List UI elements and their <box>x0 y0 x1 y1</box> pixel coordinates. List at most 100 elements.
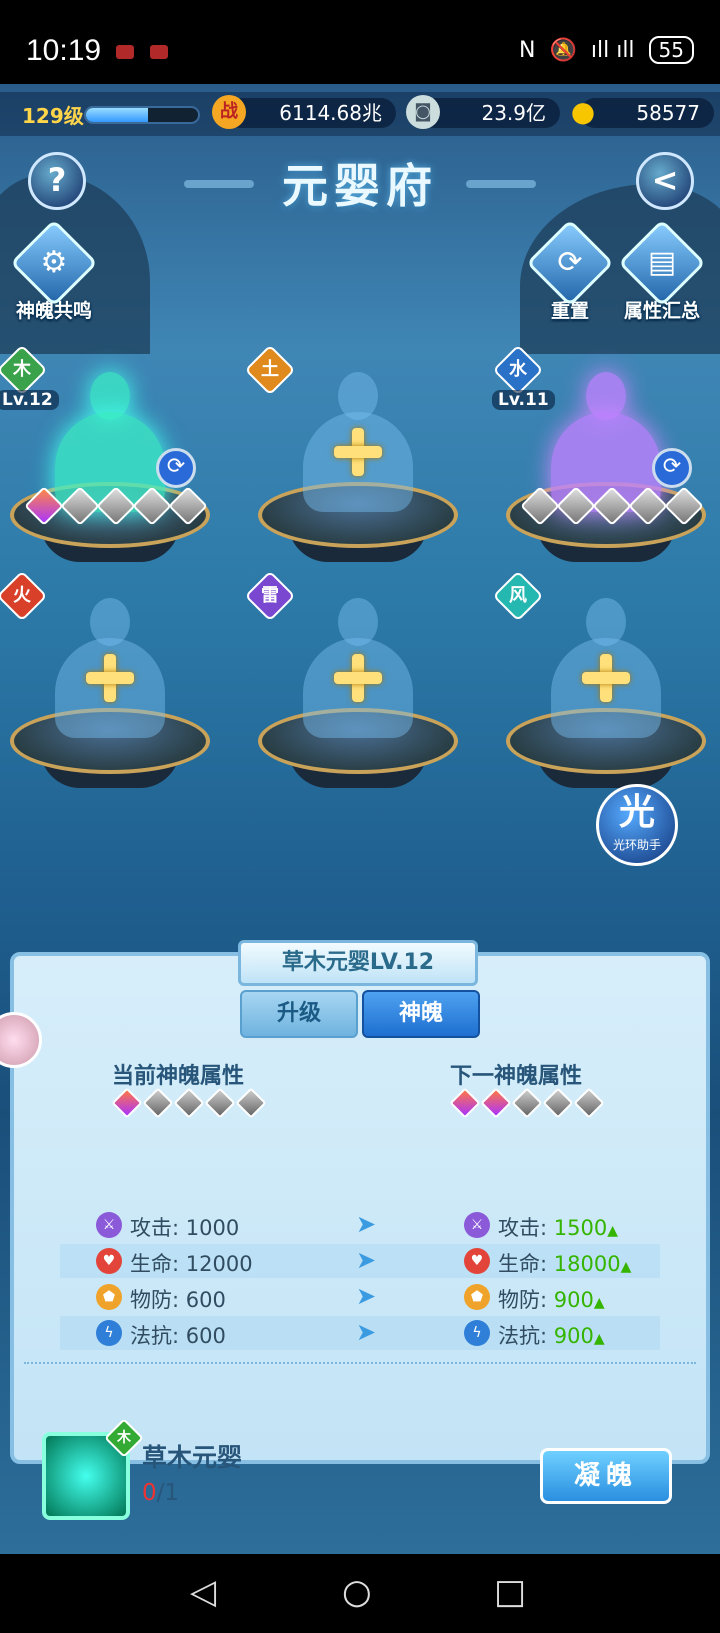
shield-icon: ⬟ <box>464 1284 490 1310</box>
lightning-icon: ϟ <box>96 1320 122 1346</box>
attribute-summary-button[interactable]: ▤ 属性汇总 <box>612 219 712 323</box>
gold-value: 58577 <box>636 101 700 125</box>
silver-gem-icon <box>168 486 208 526</box>
next-attack: 1500 <box>553 1216 608 1240</box>
title-decoration <box>184 180 254 188</box>
power-value: 6114.68兆 <box>279 101 382 125</box>
navigation-bar: ◁ ○ □ <box>0 1554 720 1633</box>
item-name: 草木元婴 <box>142 1443 243 1472</box>
resonance-button[interactable]: ⚙ 神魄共鸣 <box>4 219 104 323</box>
halo-assistant-button[interactable]: 光 光环助手 <box>596 784 678 866</box>
current-magic-res: 600 <box>185 1324 226 1348</box>
silver-coin-icon: ◙ <box>406 95 440 129</box>
fire-gem-icon <box>449 1087 481 1119</box>
silver-gem-icon <box>556 486 596 526</box>
tab-spirit[interactable]: 神魄 <box>362 990 480 1038</box>
mute-icon: 🔕 <box>549 37 577 63</box>
help-button[interactable]: ? <box>28 152 86 210</box>
silver-gem-icon <box>142 1087 174 1119</box>
arrow-icon: ➤ <box>356 1318 377 1346</box>
home-nav-icon[interactable]: ○ <box>342 1572 372 1612</box>
back-button[interactable]: < <box>636 152 694 210</box>
reset-button[interactable]: ⟳ 重置 <box>520 219 620 323</box>
add-icon[interactable] <box>582 654 630 702</box>
nascent-soul-slot-water[interactable]: 水 Lv.11 ⟳ <box>492 344 716 572</box>
next-phys-def: 900 <box>553 1288 594 1312</box>
current-attributes-header: 当前神魄属性 <box>112 1064 245 1089</box>
notification-icon <box>116 45 134 59</box>
silver-gem-icon <box>664 486 704 526</box>
current-spirit-gems <box>111 1087 267 1119</box>
resource-bar: 129级 战 6114.68兆 ◙ 23.9亿 ● 58577 <box>0 92 720 136</box>
silver-resource: ◙ 23.9亿 <box>406 95 560 129</box>
nascent-soul-slot-fire[interactable]: 火 <box>0 570 220 798</box>
up-arrow-icon: ▲ <box>593 1331 605 1347</box>
silver-gem-icon <box>60 486 100 526</box>
shield-icon: ⬟ <box>96 1284 122 1310</box>
power-icon: 战 <box>212 95 246 129</box>
current-phys-def: 600 <box>185 1288 226 1312</box>
item-count: 0/1 <box>142 1480 179 1506</box>
up-arrow-icon: ▲ <box>593 1295 605 1311</box>
battery-icon: 55 <box>648 36 694 64</box>
swap-icon[interactable]: ⟳ <box>652 448 692 488</box>
panel-title: 草木元婴LV.12 <box>238 940 478 986</box>
stat-row-magic-res: ϟ 法抗: 600 ➤ ϟ 法抗: 900▲ <box>60 1316 660 1350</box>
next-hp: 18000 <box>553 1252 621 1276</box>
element-badge: 木 <box>0 344 48 396</box>
status-icons: N 🔕 ıll ıll 55 <box>519 36 694 64</box>
signal-icon: ıll ıll <box>590 37 635 63</box>
fire-gem-icon <box>24 486 64 526</box>
page-title: 元婴府 <box>184 150 536 220</box>
silver-gem-icon <box>628 486 668 526</box>
stat-row-attack: ⚔ 攻击: 1000 ➤ ⚔ 攻击: 1500▲ <box>60 1208 660 1242</box>
silver-gem-icon <box>235 1087 267 1119</box>
silver-value: 23.9亿 <box>481 101 546 125</box>
nfc-icon: N <box>519 37 536 63</box>
next-spirit-gems <box>449 1087 605 1119</box>
add-icon[interactable] <box>334 428 382 476</box>
add-icon[interactable] <box>334 654 382 702</box>
stat-row-hp: ♥ 生命: 12000 ➤ ♥ 生命: 18000▲ <box>60 1244 660 1278</box>
nascent-soul-slot-thunder[interactable]: 雷 <box>244 570 468 798</box>
up-arrow-icon: ▲ <box>620 1259 632 1275</box>
soul-level: Lv.11 <box>492 390 555 410</box>
heart-icon: ♥ <box>96 1248 122 1274</box>
back-nav-icon[interactable]: ◁ <box>190 1572 216 1612</box>
arrow-icon: ➤ <box>356 1246 377 1274</box>
condense-button[interactable]: 凝魄 <box>540 1448 672 1504</box>
assistant-label: 光环助手 <box>612 838 661 852</box>
recents-nav-icon[interactable]: □ <box>494 1572 526 1612</box>
book-icon: ▤ <box>618 219 706 307</box>
nascent-soul-slot-earth[interactable]: 土 <box>244 344 468 572</box>
spirit-gems <box>520 486 704 526</box>
nascent-soul-slot-wind[interactable]: 风 <box>492 570 716 798</box>
silver-gem-icon <box>520 486 560 526</box>
tab-upgrade[interactable]: 升级 <box>240 990 358 1038</box>
element-badge: 雷 <box>244 570 296 622</box>
assistant-icon: 光 <box>618 792 655 833</box>
next-magic-res: 900 <box>553 1324 594 1348</box>
nascent-soul-slot-wood[interactable]: 木 Lv.12 ⟳ <box>0 344 220 572</box>
up-arrow-icon: ▲ <box>607 1223 618 1239</box>
item-owned: 0 <box>142 1480 157 1506</box>
next-attributes-header: 下一神魄属性 <box>450 1064 583 1089</box>
arrow-icon: ➤ <box>356 1210 377 1238</box>
element-badge: 土 <box>244 344 296 396</box>
silver-gem-icon <box>573 1087 605 1119</box>
spirit-gems <box>24 486 208 526</box>
element-badge: 风 <box>492 570 544 622</box>
xp-bar <box>84 106 200 124</box>
stat-row-phys-def: ⬟ 物防: 600 ➤ ⬟ 物防: 900▲ <box>60 1280 660 1314</box>
add-icon[interactable] <box>86 654 134 702</box>
swap-icon[interactable]: ⟳ <box>156 448 196 488</box>
power-resource: 战 6114.68兆 <box>212 95 396 129</box>
silver-gem-icon <box>96 486 136 526</box>
fire-gem-icon <box>111 1087 143 1119</box>
arrow-icon: ➤ <box>356 1282 377 1310</box>
gold-ingot-icon: ● <box>570 95 596 128</box>
silver-gem-icon <box>511 1087 543 1119</box>
lightning-icon: ϟ <box>464 1320 490 1346</box>
status-bar: 10:19 N 🔕 ıll ıll 55 <box>0 0 720 84</box>
silver-gem-icon <box>173 1087 205 1119</box>
